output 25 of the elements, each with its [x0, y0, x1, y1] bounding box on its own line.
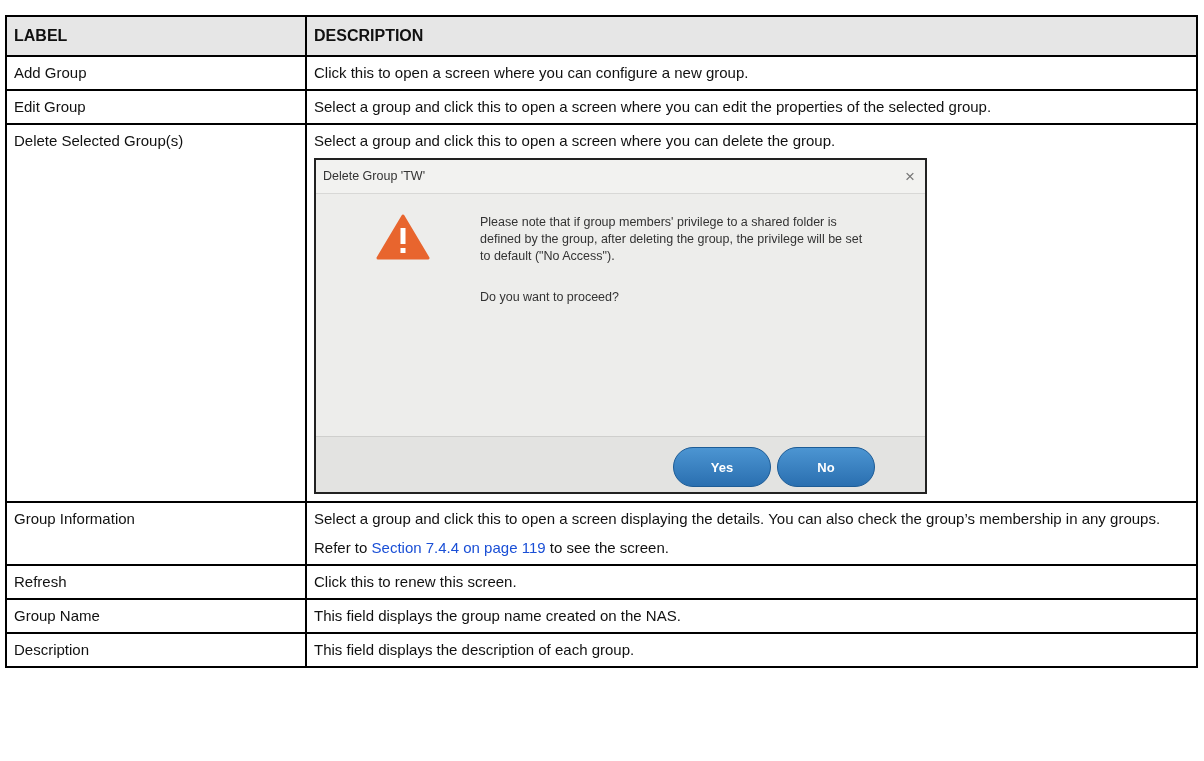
label-cell: Delete Selected Group(s) — [6, 124, 306, 502]
dialog-title: Delete Group 'TW' — [323, 168, 426, 185]
warning-icon — [376, 214, 430, 260]
description-text: Click this to open a screen where you can configure a new group. — [314, 63, 750, 82]
description-text: This field displays the description of each group. — [314, 640, 636, 659]
label-cell: Edit Group — [6, 90, 306, 124]
dialog-question: Do you want to proceed? — [480, 289, 620, 306]
description-text: Refer to Section 7.4.4 on page 119 to see the screen. — [314, 538, 670, 557]
column-header: LABEL — [6, 16, 306, 56]
dialog-message: Please note that if group members' privilege to a shared folder is defined by the group, after deleting the group, the privilege will be set to default ("No Access"). — [480, 214, 864, 265]
column-header: DESCRIPTION — [306, 16, 1197, 56]
label-cell: Refresh — [6, 565, 306, 599]
label-cell: Group Information — [6, 502, 306, 565]
label-cell: Group Name — [6, 599, 306, 633]
label-cell: Add Group — [6, 56, 306, 90]
description-text: Select a group and click this to open a screen where you can edit the properties of the selected group. — [314, 97, 993, 116]
description-text: This field displays the group name created on the NAS. — [314, 606, 682, 625]
description-text: Select a group and click this to open a screen displaying the details. You can also check the group’s membership in any groups. — [314, 509, 1162, 528]
description-text: Select a group and click this to open a screen where you can delete the group. — [314, 131, 837, 150]
description-text: Click this to renew this screen. — [314, 572, 518, 591]
section-link[interactable]: Section 7.4.4 on page 119 — [371, 539, 546, 556]
close-icon[interactable]: × — [905, 168, 915, 185]
yes-button[interactable]: Yes — [673, 447, 771, 487]
label-cell: Description — [6, 633, 306, 667]
no-button[interactable]: No — [777, 447, 875, 487]
